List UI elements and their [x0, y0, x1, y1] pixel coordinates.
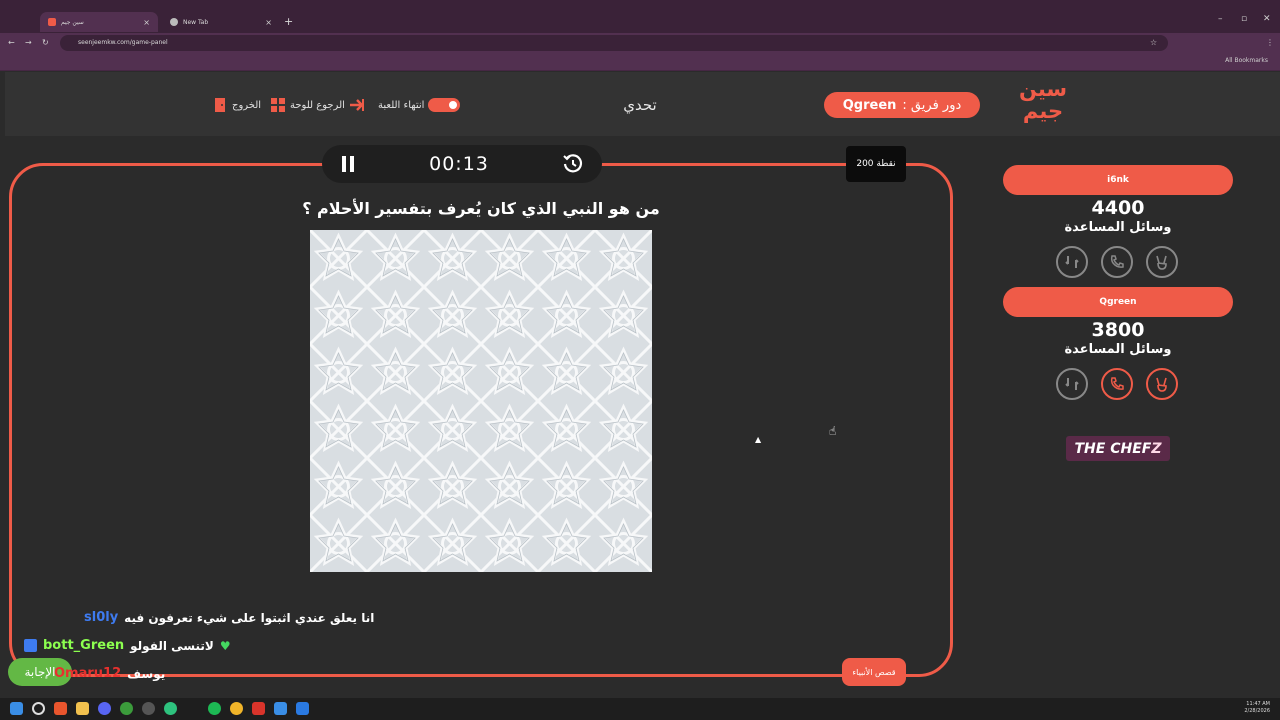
maximize-icon[interactable]: ▫: [1241, 14, 1247, 24]
browser-tab-newtab[interactable]: New Tab ×: [162, 12, 280, 32]
address-bar[interactable]: seenjeemkw.com/game-panel: [60, 35, 1168, 51]
exit-label: الخروج: [232, 99, 262, 111]
chat-text: لاتنسى الفولو: [130, 638, 214, 653]
grid-icon: [271, 98, 285, 112]
green-heart-icon: ♥: [219, 638, 231, 653]
team-turn-label: دور فريق :: [902, 97, 962, 113]
chat-message: sl0ly انا يعلق عندي اثبتوا على شيء تعرفو…: [84, 610, 374, 625]
pause-icon[interactable]: [340, 155, 356, 173]
site-logo[interactable]: سين جيم: [1015, 78, 1071, 128]
new-tab-button[interactable]: +: [284, 15, 293, 28]
two-answers-icon[interactable]: [1056, 368, 1088, 400]
phone-icon[interactable]: [1101, 368, 1133, 400]
search-icon[interactable]: [32, 702, 45, 715]
aids-label: وسائل المساعدة: [1064, 220, 1172, 235]
chat-username: bott_Green: [43, 638, 125, 653]
close-tab-icon[interactable]: ×: [143, 18, 150, 27]
chat-message: Omaru12 يوسف: [54, 666, 165, 681]
discord-icon[interactable]: [98, 702, 111, 715]
team-turn-pill: دور فريق : Qgreen: [824, 92, 980, 118]
app-icon[interactable]: [230, 702, 243, 715]
reload-icon[interactable]: ↻: [42, 38, 49, 47]
tab-title: سين جيم: [61, 18, 84, 26]
category-badge: قصص الأنبياء: [842, 658, 906, 686]
phone-icon[interactable]: [1101, 246, 1133, 278]
badge-icon: [24, 639, 37, 652]
bookmark-star-icon[interactable]: ☆: [1150, 38, 1157, 47]
team-name-bar: Qgreen: [1003, 287, 1233, 317]
team-name-bar: i6nk: [1003, 165, 1233, 195]
question-image: [310, 230, 652, 572]
windows-taskbar: [0, 698, 1280, 720]
back-to-board-label: الرجوع للوحة: [290, 99, 345, 111]
exit-door-icon: [215, 98, 225, 112]
category-title: تحدي: [623, 96, 657, 114]
chat-username: Omaru12: [54, 666, 122, 681]
minimize-icon[interactable]: –: [1218, 14, 1223, 24]
points-badge: 200 نقطة: [846, 146, 906, 182]
xbox-icon[interactable]: [120, 702, 133, 715]
brave-icon[interactable]: [54, 702, 67, 715]
peace-hand-icon[interactable]: [1146, 246, 1178, 278]
exit-button[interactable]: الخروج: [212, 96, 261, 114]
aids-label: وسائل المساعدة: [1064, 342, 1172, 357]
arrow-icon: [349, 99, 364, 111]
team-turn-name: Qgreen: [842, 97, 897, 113]
system-clock[interactable]: 11:47 AM 2/28/2026: [1244, 701, 1270, 715]
end-game-toggle[interactable]: [428, 98, 461, 112]
bookmarks-bar: All Bookmarks: [0, 53, 1280, 71]
hand-cursor-icon: ☝: [829, 424, 837, 438]
chat-text: يوسف: [127, 666, 166, 681]
tab-title: New Tab: [183, 18, 209, 26]
peace-hand-icon[interactable]: [1146, 368, 1178, 400]
site-favicon-icon: [48, 18, 56, 26]
question-text: من هو النبي الذي كان يُعرف بتفسير الأحلا…: [302, 199, 660, 218]
app-icon[interactable]: [274, 702, 287, 715]
app-icon[interactable]: [164, 702, 177, 715]
end-game-button[interactable]: انتهاء اللعبة: [378, 96, 461, 114]
close-tab-icon[interactable]: ×: [265, 18, 272, 27]
app-icon[interactable]: [252, 702, 265, 715]
chat-username: sl0ly: [84, 610, 119, 625]
window-close-icon[interactable]: ✕: [1263, 14, 1271, 24]
steam-icon[interactable]: [296, 702, 309, 715]
chrome-icon: [170, 18, 178, 26]
back-icon[interactable]: ←: [8, 38, 15, 47]
timer-value: 00:13: [429, 153, 489, 175]
file-explorer-icon[interactable]: [76, 702, 89, 715]
sponsor-logo: THE CHEF Z: [1066, 436, 1170, 461]
chrome-icon[interactable]: [142, 702, 155, 715]
chat-text: انا يعلق عندي اثبتوا على شيء تعرفون فيه: [124, 610, 375, 625]
browser-menu-icon[interactable]: ⋮: [1266, 38, 1274, 47]
team-score: 4400: [1091, 197, 1145, 219]
spotify-icon[interactable]: [208, 702, 221, 715]
windows-start-icon[interactable]: [10, 702, 23, 715]
pointer-cursor-icon: ▲: [755, 435, 762, 444]
forward-icon[interactable]: →: [25, 38, 32, 47]
chat-message: bott_Green لاتنسى الفولو ♥: [24, 638, 231, 653]
two-answers-icon[interactable]: [1056, 246, 1088, 278]
end-game-label: انتهاء اللعبة: [378, 99, 425, 111]
back-to-board-button[interactable]: الرجوع للوحة: [270, 96, 365, 114]
all-bookmarks-link[interactable]: All Bookmarks: [1225, 57, 1268, 64]
reset-timer-icon[interactable]: [562, 153, 584, 175]
timer-bar: 00:13: [322, 145, 602, 183]
team-score: 3800: [1091, 319, 1145, 341]
browser-tab-active[interactable]: سين جيم ×: [40, 12, 158, 32]
